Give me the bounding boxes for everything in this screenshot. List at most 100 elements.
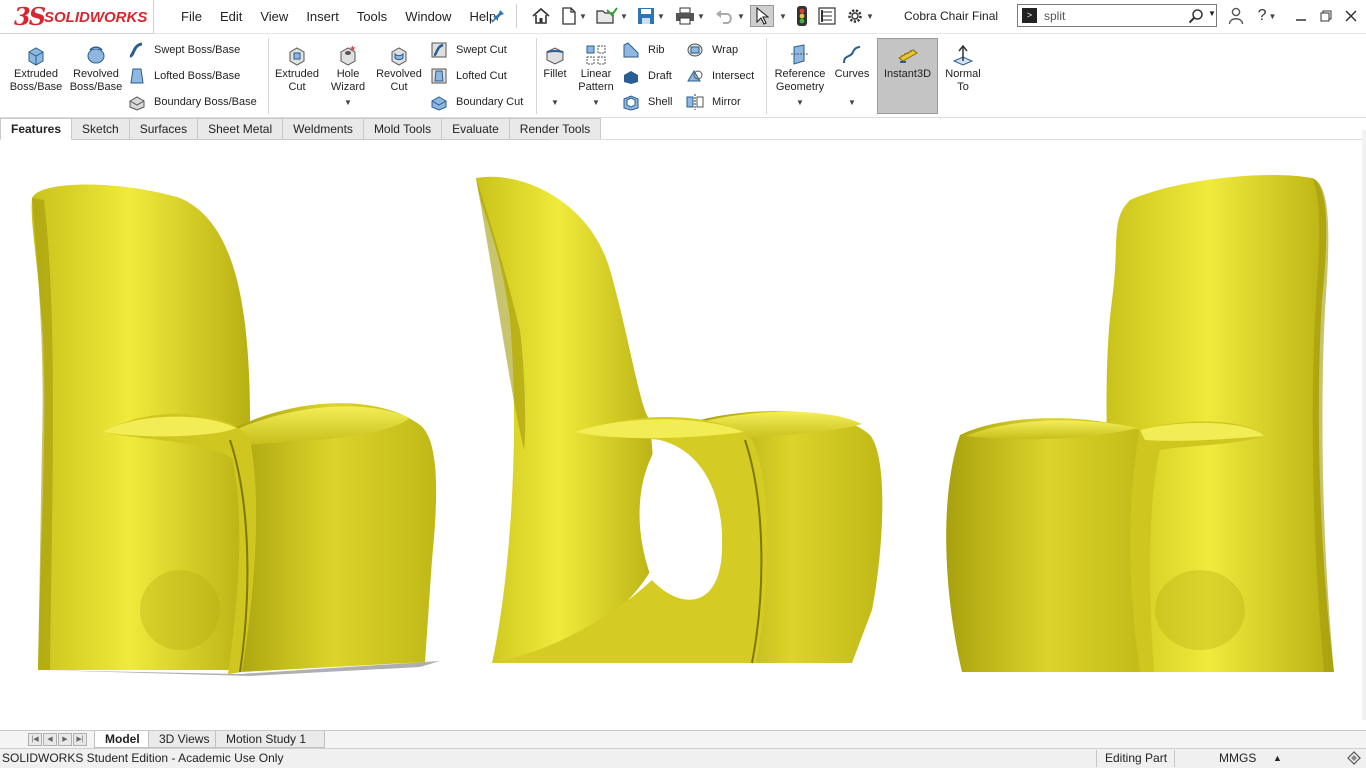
help-icon[interactable]: ? ▼: [1252, 6, 1282, 26]
rib-button[interactable]: Rib: [622, 40, 665, 60]
linear-pattern-label-2: Pattern: [578, 81, 614, 93]
fillet-button[interactable]: Fillet: [538, 44, 572, 81]
search-icon[interactable]: [1188, 8, 1204, 27]
linear-pattern-icon: [574, 44, 618, 66]
rebuild-traffic-light-icon[interactable]: [794, 5, 810, 27]
tab-model[interactable]: Model: [94, 731, 151, 748]
select-arrow-icon[interactable]: [750, 5, 774, 27]
swept-boss-button[interactable]: Swept Boss/Base: [128, 40, 240, 60]
menu-edit[interactable]: Edit: [211, 9, 251, 24]
instant3d-label: Instant3D: [883, 68, 932, 80]
tab-render-tools[interactable]: Render Tools: [509, 118, 602, 140]
intersect-button[interactable]: Intersect: [686, 66, 754, 86]
search-dropdown-icon[interactable]: ▼: [1208, 9, 1216, 18]
solidworks-logo[interactable]: 3S SOLIDWORKS: [0, 0, 154, 34]
curves-dropdown-icon[interactable]: ▼: [848, 98, 856, 107]
draft-label: Draft: [648, 70, 672, 82]
menu-tools[interactable]: Tools: [348, 9, 396, 24]
chair-view-center[interactable]: [476, 176, 883, 664]
tab-weldments[interactable]: Weldments: [283, 118, 364, 140]
extruded-cut-label-1: Extruded: [274, 68, 320, 80]
customize-status-icon[interactable]: [1346, 750, 1362, 769]
print-icon[interactable]: ▼: [672, 5, 708, 27]
extruded-cut-button[interactable]: Extruded Cut: [270, 44, 324, 94]
command-search-icon[interactable]: >: [1022, 8, 1037, 23]
ds-logo-mark: 3S: [14, 2, 46, 31]
swept-boss-icon: [128, 41, 146, 59]
shell-icon: [622, 93, 640, 111]
swept-cut-button[interactable]: Swept Cut: [430, 40, 507, 60]
last-tab-icon[interactable]: ▶|: [73, 733, 87, 746]
reference-geometry-icon: [770, 44, 830, 66]
user-account-icon[interactable]: [1226, 6, 1246, 26]
menu-insert[interactable]: Insert: [297, 9, 348, 24]
menu-window[interactable]: Window: [396, 9, 460, 24]
linear-pattern-label-1: Linear: [580, 68, 612, 80]
chair-view-right[interactable]: [946, 174, 1334, 672]
hole-wizard-button[interactable]: ★ Hole Wizard: [324, 44, 372, 94]
options-gear-icon[interactable]: ▼: [842, 5, 878, 27]
extruded-boss-label-1: Extruded: [13, 68, 59, 80]
graphics-area[interactable]: [0, 140, 1366, 730]
unit-system-selector[interactable]: MMGS: [1219, 751, 1256, 765]
menu-file[interactable]: File: [172, 9, 211, 24]
curves-button[interactable]: Curves: [832, 44, 872, 81]
lofted-boss-button[interactable]: Lofted Boss/Base: [128, 66, 240, 86]
reference-geometry-button[interactable]: Reference Geometry: [770, 44, 830, 94]
reference-geometry-dropdown-icon[interactable]: ▼: [796, 98, 804, 107]
normal-to-button[interactable]: Normal To: [940, 44, 986, 94]
hole-wizard-icon: ★: [324, 44, 372, 66]
command-manager-ribbon: Extruded Boss/Base Revolved Boss/Base Sw…: [0, 34, 1366, 118]
chair-view-left[interactable]: [31, 184, 440, 677]
revolved-cut-button[interactable]: Revolved Cut: [372, 44, 426, 94]
undo-icon[interactable]: ▼: [712, 5, 748, 27]
tab-mold-tools[interactable]: Mold Tools: [363, 118, 443, 140]
search-input[interactable]: [1044, 7, 1184, 24]
search-box[interactable]: > ▼: [1017, 4, 1217, 27]
revolved-boss-button[interactable]: Revolved Boss/Base: [68, 44, 124, 94]
tab-features[interactable]: Features: [0, 118, 73, 140]
home-icon[interactable]: [530, 5, 552, 27]
select-dropdown-icon[interactable]: ▼: [776, 5, 788, 27]
tab-sketch[interactable]: Sketch: [72, 118, 130, 140]
instant3d-content[interactable]: Instant3D: [877, 44, 938, 81]
open-folder-icon[interactable]: ▼: [594, 5, 630, 27]
tab-sheet-metal[interactable]: Sheet Metal: [198, 118, 284, 140]
extruded-boss-icon: [8, 44, 64, 66]
boundary-boss-label: Boundary Boss/Base: [154, 96, 257, 108]
fillet-icon: [538, 44, 572, 66]
shell-button[interactable]: Shell: [622, 92, 672, 112]
tab-surfaces[interactable]: Surfaces: [129, 118, 199, 140]
next-tab-icon[interactable]: ▶: [58, 733, 72, 746]
menu-view[interactable]: View: [251, 9, 297, 24]
extruded-boss-button[interactable]: Extruded Boss/Base: [8, 44, 64, 94]
new-document-icon[interactable]: ▼: [558, 5, 590, 27]
pin-icon[interactable]: [490, 8, 506, 24]
tab-motion-study[interactable]: Motion Study 1: [215, 731, 325, 748]
boundary-boss-button[interactable]: Boundary Boss/Base: [128, 92, 257, 112]
save-icon[interactable]: ▼: [634, 5, 668, 27]
tab-3d-views[interactable]: 3D Views: [148, 731, 221, 748]
unit-system-arrow-icon[interactable]: ▲: [1273, 753, 1282, 763]
first-tab-icon[interactable]: |◀: [28, 733, 42, 746]
linear-pattern-dropdown-icon[interactable]: ▼: [592, 98, 600, 107]
draft-button[interactable]: Draft: [622, 66, 672, 86]
minimize-icon[interactable]: [1291, 6, 1311, 26]
tab-evaluate[interactable]: Evaluate: [442, 118, 510, 140]
revolved-cut-icon: [372, 44, 426, 66]
mirror-label: Mirror: [712, 96, 741, 108]
wrap-button[interactable]: Wrap: [686, 40, 738, 60]
prev-tab-icon[interactable]: ◀: [43, 733, 57, 746]
boundary-cut-button[interactable]: Boundary Cut: [430, 92, 523, 112]
close-icon[interactable]: [1341, 6, 1361, 26]
file-properties-icon[interactable]: [816, 5, 838, 27]
hole-wizard-dropdown-icon[interactable]: ▼: [344, 98, 352, 107]
mirror-button[interactable]: Mirror: [686, 92, 741, 112]
lofted-cut-button[interactable]: Lofted Cut: [430, 66, 507, 86]
wrap-icon: [686, 41, 704, 59]
restore-icon[interactable]: [1316, 6, 1336, 26]
lofted-boss-icon: [128, 67, 146, 85]
fillet-dropdown-icon[interactable]: ▼: [551, 98, 559, 107]
divider: [1096, 750, 1097, 767]
linear-pattern-button[interactable]: Linear Pattern: [574, 44, 618, 94]
